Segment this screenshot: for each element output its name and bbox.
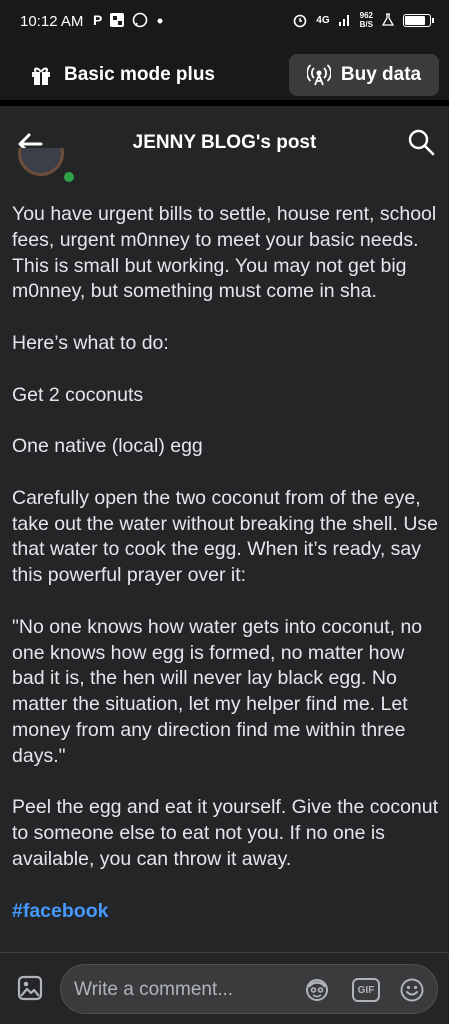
- status-time: 10:12 AM: [20, 13, 84, 30]
- gift-icon: [32, 67, 50, 85]
- signal-icon: [306, 64, 331, 86]
- comment-input[interactable]: Write a comment... GIF: [60, 964, 438, 1014]
- hashtag-link[interactable]: #facebook: [12, 899, 440, 925]
- network-speed: 962 B/S: [360, 11, 373, 29]
- gif-label: GIF: [357, 984, 375, 996]
- basic-mode-bar: Basic mode plus Buy data: [0, 44, 449, 106]
- system-icons: 4G 962 B/S: [292, 11, 434, 29]
- speed-value: 962: [359, 11, 373, 20]
- battery-fill: [405, 15, 425, 25]
- buy-data-button[interactable]: Buy data: [289, 54, 439, 96]
- battery-icon: [403, 13, 434, 27]
- network-type: 4G: [316, 14, 330, 26]
- notification-icons: P: [93, 12, 165, 28]
- gif-icon[interactable]: GIF: [352, 978, 380, 1002]
- alarm-icon: [293, 14, 307, 28]
- buy-data-label: Buy data: [340, 64, 422, 85]
- speed-unit: B/S: [359, 20, 373, 29]
- post-paragraph: Get 2 coconuts: [12, 383, 144, 406]
- flask-icon: [381, 13, 395, 26]
- avatar-sticker-icon[interactable]: [304, 977, 330, 1003]
- comment-bar: Write a comment... GIF: [0, 952, 449, 1024]
- online-status-dot: [62, 170, 76, 184]
- avatar-image: [18, 148, 64, 176]
- search-icon[interactable]: [407, 128, 435, 156]
- post-text: You have urgent bills to settle, house r…: [12, 202, 440, 950]
- whatsapp-icon: [133, 12, 148, 28]
- post-paragraph: Carefully open the two coconut from of t…: [12, 486, 438, 587]
- page-title: JENNY BLOG's post: [132, 132, 317, 153]
- post-paragraph: One native (local) egg: [12, 435, 203, 458]
- signal-bars-icon: [338, 15, 349, 26]
- author-avatar[interactable]: [18, 148, 64, 188]
- post-paragraph: Peel the egg and eat it yourself. Give t…: [12, 796, 439, 870]
- basic-mode-text: Basic mode plus: [64, 64, 215, 85]
- basic-mode-label[interactable]: Basic mode plus: [30, 64, 215, 86]
- p-notification-icon: P: [93, 12, 103, 28]
- status-bar: 10:12 AM P 4G 962 B/S: [0, 0, 449, 44]
- post-paragraph: Here’s what to do:: [12, 331, 169, 354]
- emoji-icon[interactable]: [399, 977, 425, 1003]
- photo-icon[interactable]: [17, 975, 43, 1001]
- post-header: JENNY BLOG's post: [0, 112, 449, 174]
- post-paragraph: "No one knows how water gets into coconu…: [12, 615, 423, 767]
- post-paragraph: You have urgent bills to settle, house r…: [12, 203, 437, 303]
- comment-placeholder: Write a comment...: [74, 979, 234, 1000]
- dot-icon: [157, 18, 163, 24]
- sim-notification-icon: [110, 13, 125, 27]
